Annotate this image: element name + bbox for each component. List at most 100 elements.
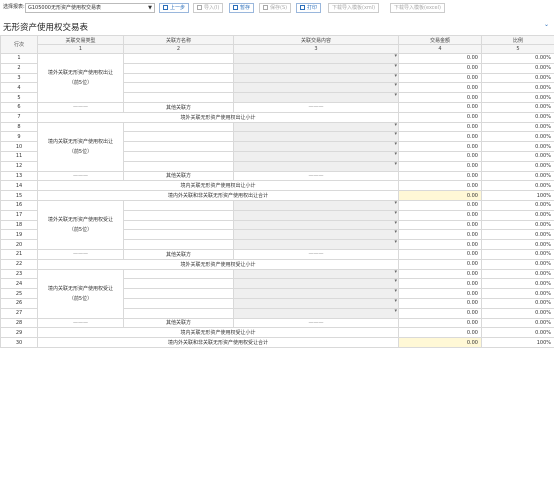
amount-cell[interactable]: 0.00 [398,82,482,94]
content-select[interactable]: ▾ [233,72,399,84]
amount-cell: 0.00 [398,190,482,201]
amount-cell[interactable]: 0.00 [398,121,482,133]
content-select[interactable]: ▾ [233,82,399,94]
party-name-input[interactable] [123,229,234,241]
table-row: 21 ——— 其他关联方 ——— 0.00 0.00% [0,248,554,260]
amount-cell[interactable]: 0.00 [398,268,482,280]
amount-cell[interactable]: 0.00 [398,297,482,309]
subtotal-label: 境内外关联和非关联无形资产使用权出让合计 [37,190,399,201]
party-name-input[interactable] [123,62,234,74]
party-name-input[interactable] [123,160,234,172]
content-select[interactable]: ▾ [233,141,399,152]
save-button[interactable]: 保存(S) [259,3,292,13]
amount-cell[interactable]: 0.00 [398,199,482,211]
row-number: 27 [0,307,38,319]
content-select[interactable]: ▾ [233,307,399,319]
party-name-input[interactable] [123,239,234,250]
type-dash: ——— [37,248,124,260]
content-select[interactable]: ▾ [233,150,399,162]
content-select[interactable]: ▾ [233,288,399,299]
amount-cell[interactable]: 0.00 [398,72,482,84]
amount-cell[interactable]: 0.00 [398,62,482,74]
transaction-type: 境外关联无形资产使用权出让 （前5位） [37,53,124,103]
header-row-2: 1 2 3 4 5 [1,44,554,54]
amount-cell[interactable]: 0.00 [398,317,482,329]
prev-step-button[interactable]: 上一步 [159,3,190,13]
amount-cell[interactable]: 0.00 [398,141,482,152]
transaction-type: 境内关联无形资产使用权受让 （前5位） [37,268,124,319]
import-button[interactable]: 导入(I) [193,3,224,13]
content-select[interactable]: ▾ [233,53,399,64]
content-select[interactable]: ▾ [233,297,399,309]
other-party-label: 其他关联方 [123,248,234,260]
party-name-input[interactable] [123,199,234,211]
amount-cell[interactable]: 0.00 [398,150,482,162]
amount-cell[interactable]: 0.00 [398,229,482,241]
row-number: 18 [0,219,38,231]
party-name-input[interactable] [123,307,234,319]
party-name-input[interactable] [123,219,234,231]
content-select[interactable]: ▾ [233,229,399,241]
party-name-input[interactable] [123,297,234,309]
amount-cell[interactable]: 0.00 [398,307,482,319]
ratio-cell: 0.00% [481,141,554,152]
other-party-label: 其他关联方 [123,101,234,113]
content-select[interactable]: ▾ [233,62,399,74]
amount-cell[interactable]: 0.00 [398,170,482,182]
row-number: 15 [0,190,38,201]
row-number: 12 [0,160,38,172]
party-name-input[interactable] [123,268,234,280]
content-select[interactable]: ▾ [233,92,399,103]
dropdown-arrow-icon: ▾ [394,220,397,226]
other-party-label: 其他关联方 [123,317,234,329]
content-select[interactable]: ▾ [233,268,399,280]
amount-cell[interactable]: 0.00 [398,131,482,143]
type-dash: ——— [37,170,124,182]
amount-cell[interactable]: 0.00 [398,101,482,113]
amount-cell[interactable]: 0.00 [398,288,482,299]
amount-cell[interactable]: 0.00 [398,53,482,64]
subtotal-label: 境外关联无形资产使用权受让小计 [37,258,399,270]
party-name-input[interactable] [123,131,234,143]
amount-cell[interactable]: 0.00 [398,239,482,250]
download-xml-template-button[interactable]: 下载导入模板(xml) [328,3,380,13]
amount-cell[interactable]: 0.00 [398,278,482,290]
content-select[interactable]: ▾ [233,131,399,143]
content-select[interactable]: ▾ [233,239,399,250]
header-col-num: 2 [123,44,234,54]
header-type: 关联交易类型 [37,35,124,45]
content-select[interactable]: ▾ [233,219,399,231]
party-name-input[interactable] [123,288,234,299]
party-name-input[interactable] [123,150,234,162]
party-name-input[interactable] [123,53,234,64]
collapse-icon[interactable]: ⌄ [544,21,549,28]
ratio-cell: 100% [481,190,554,201]
party-name-input[interactable] [123,141,234,152]
download-excel-template-button[interactable]: 下载导入模板(excel) [390,3,445,13]
row-number: 19 [0,229,38,241]
party-name-input[interactable] [123,278,234,290]
amount-cell[interactable]: 0.00 [398,219,482,231]
content-select[interactable]: ▾ [233,278,399,290]
party-name-input[interactable] [123,121,234,133]
row-number: 7 [0,111,38,123]
content-select[interactable]: ▾ [233,121,399,133]
content-select[interactable]: ▾ [233,199,399,211]
amount-cell[interactable]: 0.00 [398,160,482,172]
amount-cell[interactable]: 0.00 [398,209,482,221]
amount-cell[interactable]: 0.00 [398,92,482,103]
ratio-cell: 0.00% [481,180,554,192]
amount-cell[interactable]: 0.00 [398,248,482,260]
ratio-cell: 0.00% [481,209,554,221]
temp-save-button[interactable]: 暂存 [229,3,255,13]
party-name-input[interactable] [123,82,234,94]
party-name-input[interactable] [123,72,234,84]
table-row: 16 境外关联无形资产使用权受让 （前5位） ▾ 0.00 0.00% [0,199,554,250]
content-select[interactable]: ▾ [233,209,399,221]
party-name-input[interactable] [123,92,234,103]
table-row: 13 ——— 其他关联方 ——— 0.00 0.00% [0,170,554,182]
report-select[interactable]: G105000无形资产使用权交易表 ▼ [25,3,155,13]
party-name-input[interactable] [123,209,234,221]
print-button[interactable]: 打印 [296,3,322,13]
content-select[interactable]: ▾ [233,160,399,172]
